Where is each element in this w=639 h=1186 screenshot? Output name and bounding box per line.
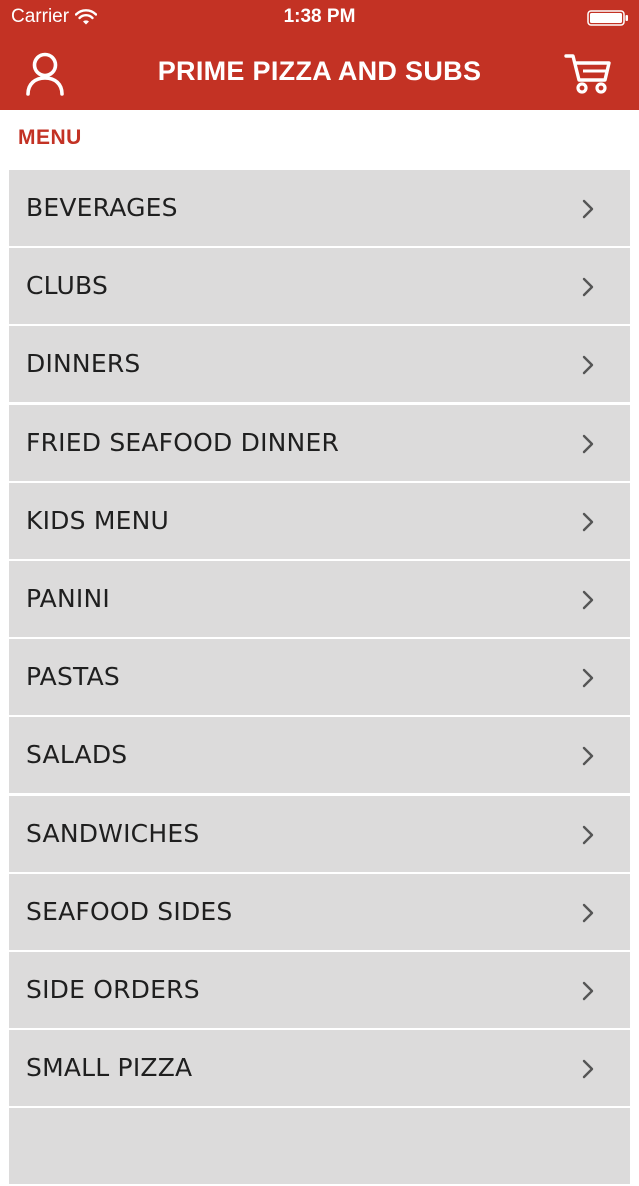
menu-item-label: PANINI [26, 583, 110, 613]
menu-item-label: CLUBS [26, 271, 109, 301]
menu-item-label: SIDE ORDERS [26, 974, 200, 1004]
chevron-right-icon [582, 277, 594, 297]
chevron-right-icon [582, 512, 594, 531]
chevron-right-icon [582, 590, 594, 610]
menu-item-label: SEAFOOD SIDES [26, 896, 233, 926]
chevron-right-icon [582, 668, 594, 688]
menu-item-kids-menu[interactable]: KIDS MENU [9, 482, 630, 559]
menu-item-label: SANDWICHES [26, 818, 200, 848]
menu-item-fried-seafood-dinner[interactable]: FRIED SEAFOOD DINNER [9, 404, 630, 481]
menu-item-sandwiches[interactable]: SANDWICHES [9, 795, 630, 872]
menu-item-panini[interactable]: PANINI [9, 560, 630, 637]
page-title: PRIME PIZZA AND SUBS [157, 56, 482, 86]
navigation-bar: PRIME PIZZA AND SUBS [0, 36, 639, 110]
menu-item-pastas[interactable]: PASTAS [9, 639, 630, 716]
menu-list: BEVERAGES CLUBS DINNERS FRIED SEAFOOD DI… [9, 170, 630, 1186]
menu-section-label: MENU [18, 126, 82, 149]
menu-item-label: KIDS MENU [26, 505, 169, 535]
status-bar: Carrier 1:38 PM [0, 0, 639, 36]
menu-item-label: SMALL PIZZA [26, 1053, 193, 1083]
menu-item-label: BEVERAGES [26, 193, 178, 222]
menu-item-small-pizza[interactable]: SMALL PIZZA [9, 1030, 630, 1107]
menu-item-clubs[interactable]: CLUBS [9, 248, 630, 325]
menu-item-side-orders[interactable]: SIDE ORDERS [9, 951, 630, 1028]
cart-icon [564, 54, 611, 94]
chevron-right-icon [582, 981, 594, 1001]
cart-button[interactable] [563, 48, 613, 98]
menu-item-label: PASTAS [26, 662, 120, 692]
chevron-right-icon [582, 747, 594, 766]
app-header: Carrier 1:38 PM PRIME PIZZA AND SUBS [0, 0, 639, 110]
chevron-right-icon [582, 356, 594, 375]
battery-icon [587, 10, 628, 26]
chevron-right-icon [582, 825, 594, 844]
menu-item-dinners[interactable]: DINNERS [9, 326, 630, 403]
menu-item-label: DINNERS [26, 349, 141, 379]
menu-item-partial[interactable] [9, 1108, 630, 1185]
chevron-right-icon [582, 434, 594, 453]
menu-item-beverages[interactable]: BEVERAGES [9, 170, 630, 246]
status-time: 1:38 PM [283, 6, 356, 27]
chevron-right-icon [582, 199, 594, 219]
menu-item-label: SALADS [26, 740, 128, 770]
menu-item-label: FRIED SEAFOOD DINNER [26, 427, 340, 457]
menu-item-salads[interactable]: SALADS [9, 717, 630, 794]
chevron-right-icon [582, 903, 594, 922]
menu-item-seafood-sides[interactable]: SEAFOOD SIDES [9, 873, 630, 950]
chevron-right-icon [582, 1059, 594, 1079]
